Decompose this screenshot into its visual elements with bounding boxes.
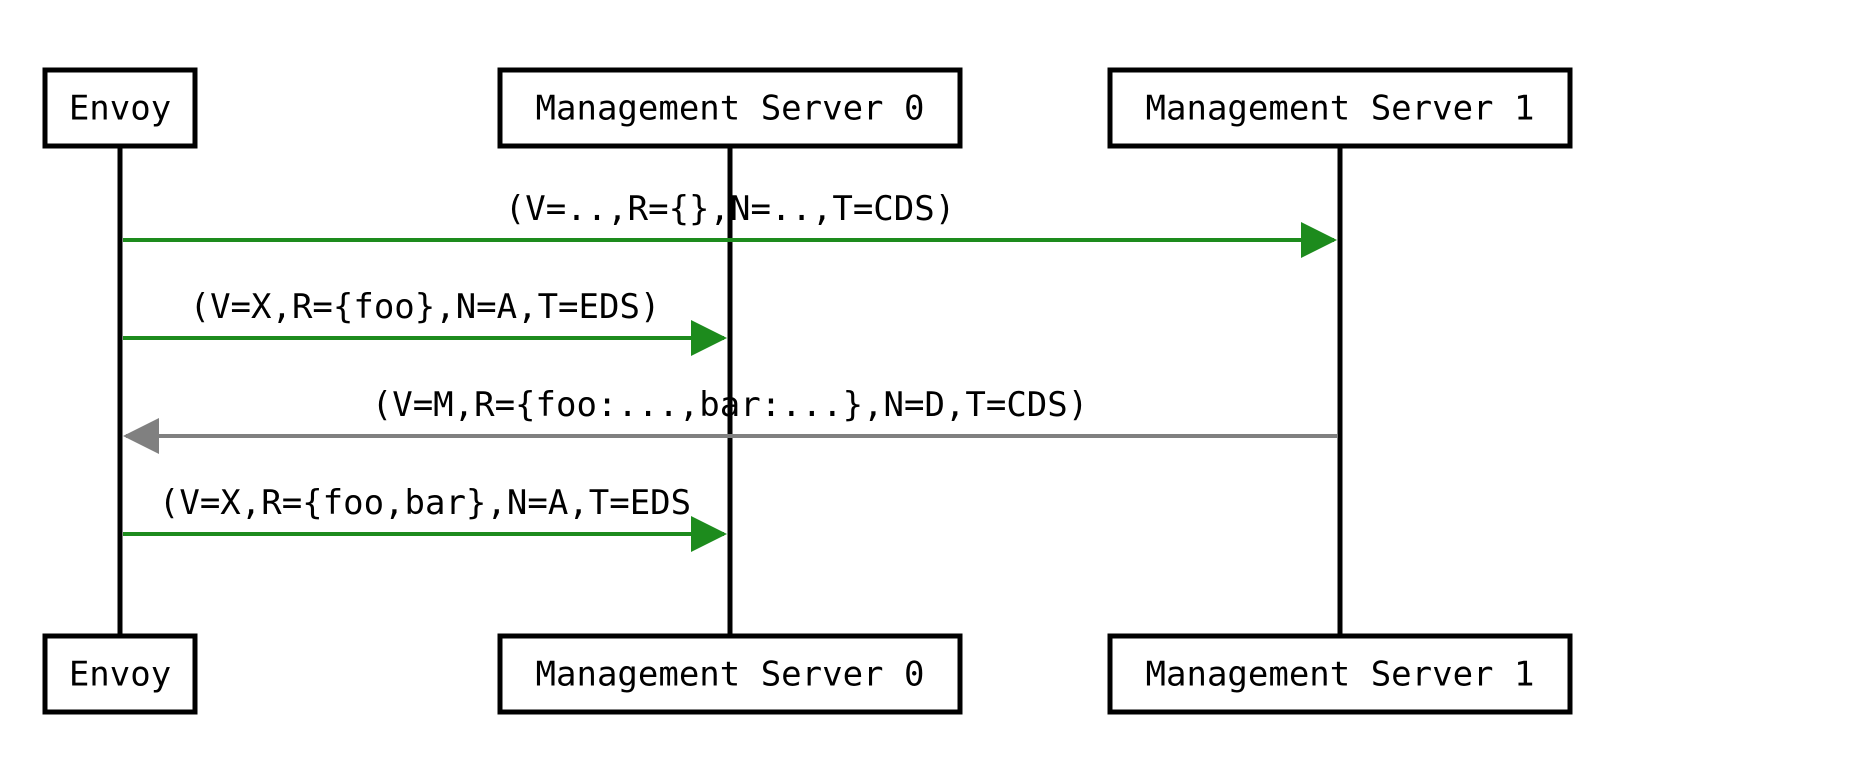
actor-envoy-top-label: Envoy: [69, 89, 171, 129]
actor-ms0-bottom-label: Management Server 0: [536, 655, 925, 695]
message-3-label: (V=M,R={foo:...,bar:...},N=D,T=CDS): [372, 385, 1088, 425]
actor-ms1-top-label: Management Server 1: [1146, 89, 1535, 129]
actor-envoy-top: Envoy: [45, 70, 195, 146]
actor-envoy-bottom-label: Envoy: [69, 655, 171, 695]
message-2-label: (V=X,R={foo},N=A,T=EDS): [190, 287, 661, 327]
actor-ms0-top: Management Server 0: [500, 70, 960, 146]
actor-ms1-bottom-label: Management Server 1: [1146, 655, 1535, 695]
message-4: (V=X,R={foo,bar},N=A,T=EDS: [123, 483, 724, 534]
actor-ms0-top-label: Management Server 0: [536, 89, 925, 129]
actor-ms0-bottom: Management Server 0: [500, 636, 960, 712]
actor-ms1-top: Management Server 1: [1110, 70, 1570, 146]
actor-ms1-bottom: Management Server 1: [1110, 636, 1570, 712]
message-1-label: (V=..,R={},N=..,T=CDS): [505, 189, 955, 229]
sequence-diagram: Envoy Management Server 0 Management Ser…: [0, 0, 1858, 782]
actor-envoy-bottom: Envoy: [45, 636, 195, 712]
message-2: (V=X,R={foo},N=A,T=EDS): [123, 287, 724, 338]
message-4-label: (V=X,R={foo,bar},N=A,T=EDS: [159, 483, 691, 523]
